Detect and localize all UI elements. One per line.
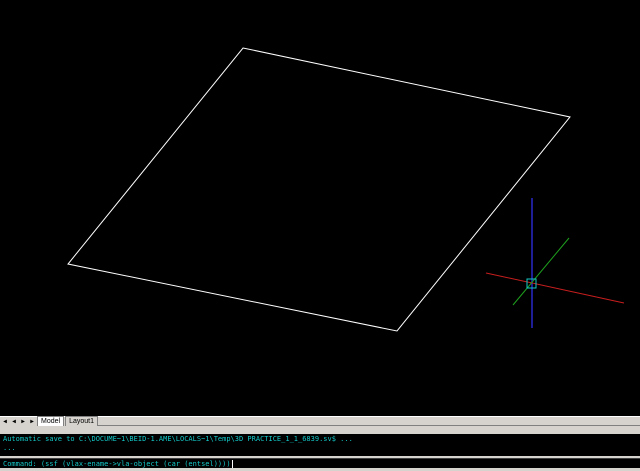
ucs-x-axis: [485, 272, 625, 304]
drawing-viewport[interactable]: [0, 0, 640, 416]
layout-tab-bar: ◀ ◀ ▶ ▶ Model Layout1: [0, 416, 640, 426]
last-tab-icon[interactable]: ▶: [28, 417, 36, 426]
command-input[interactable]: Command: (ssf (vlax-ename->vla-object (c…: [0, 458, 640, 468]
command-history: Automatic save to C:\DOCUME~1\BEID-1.AME…: [0, 434, 640, 456]
history-line: Automatic save to C:\DOCUME~1\BEID-1.AME…: [3, 435, 353, 443]
text-caret: [231, 460, 233, 468]
tab-layout1[interactable]: Layout1: [65, 416, 98, 426]
ucs-y-axis: [512, 237, 570, 306]
next-tab-icon[interactable]: ▶: [19, 417, 27, 426]
square-polyline[interactable]: [67, 47, 571, 332]
prev-tab-icon[interactable]: ◀: [10, 417, 18, 426]
ucs-icon: [485, 198, 625, 328]
history-line: ...: [3, 444, 16, 452]
command-input-text: Command: (ssf (vlax-ename->vla-object (c…: [3, 460, 231, 468]
first-tab-icon[interactable]: ◀: [1, 417, 9, 426]
drawing-canvas[interactable]: [0, 0, 640, 416]
command-window-splitter[interactable]: [0, 426, 640, 434]
tab-model[interactable]: Model: [37, 416, 65, 426]
